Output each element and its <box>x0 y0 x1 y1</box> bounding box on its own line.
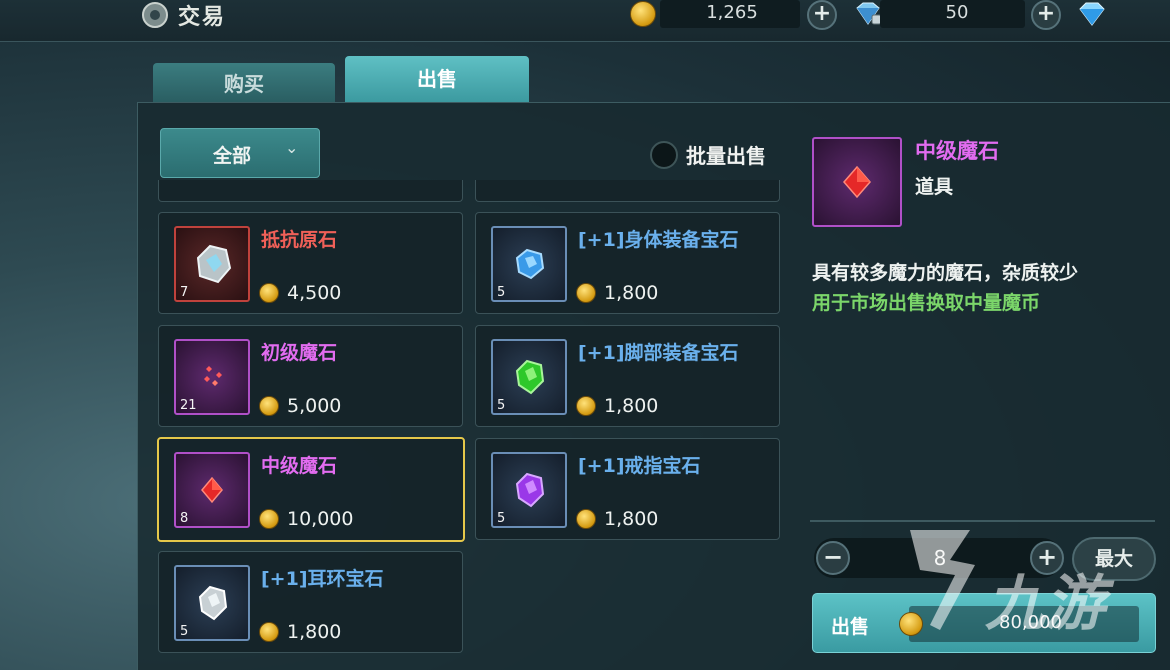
item-count: 5 <box>497 398 506 413</box>
watermark-text: 九游 <box>985 569 1105 639</box>
top-bar: 交易 1,265 + 50 + <box>0 0 1170 42</box>
detail-item-name: 中级魔石 <box>915 139 999 163</box>
item-slot: 5 <box>491 226 567 302</box>
item-count: 21 <box>180 398 197 413</box>
gem-amount: 50 <box>945 2 969 23</box>
item-slot: 5 <box>491 452 567 528</box>
item-name: [+1]身体装备宝石 <box>578 229 739 251</box>
list-item-partial[interactable] <box>158 180 463 202</box>
dropdown-selected-label: 全部 <box>213 145 252 167</box>
list-item[interactable]: 5 [+1]耳环宝石 1,800 <box>158 551 463 653</box>
item-count: 8 <box>180 511 189 526</box>
item-slot: 5 <box>491 339 567 415</box>
item-slot: 7 <box>174 226 250 302</box>
list-item[interactable]: 5 [+1]身体装备宝石 1,800 <box>475 212 780 314</box>
medium-magic-stone-icon <box>843 165 871 199</box>
add-gem-button[interactable]: + <box>1031 0 1061 30</box>
bound-diamond-icon <box>856 2 882 25</box>
item-name: [+1]戒指宝石 <box>578 455 701 477</box>
bulk-sell-toggle[interactable]: 批量出售 <box>650 140 766 169</box>
item-count: 5 <box>180 624 189 639</box>
watermark-logo-icon <box>910 530 975 630</box>
sell-button-label: 出售 <box>831 616 870 638</box>
tab-buy[interactable]: 购买 <box>153 63 335 102</box>
item-price-value: 1,800 <box>604 395 659 417</box>
gold-coin-icon <box>259 396 279 416</box>
item-price-value: 4,500 <box>287 282 342 304</box>
category-dropdown[interactable]: 全部 ⌄ <box>160 128 320 178</box>
list-item[interactable]: 21 初级魔石 5,000 <box>158 325 463 427</box>
item-name: [+1]耳环宝石 <box>261 568 384 590</box>
tab-sell[interactable]: 出售 <box>345 56 529 102</box>
detail-item-slot <box>812 137 902 227</box>
gold-coin-icon <box>259 622 279 642</box>
title-area: 交易 <box>142 2 227 30</box>
list-item[interactable]: 7 抵抗原石 4,500 <box>158 212 463 314</box>
item-price-value: 10,000 <box>287 508 354 530</box>
bulk-sell-label: 批量出售 <box>686 144 766 168</box>
detail-usage: 用于市场出售换取中量魔币 <box>812 292 1041 314</box>
gold-coin-icon <box>259 509 279 529</box>
item-name: 初级魔石 <box>261 342 338 364</box>
item-price: 10,000 <box>259 508 353 530</box>
item-name: 抵抗原石 <box>261 229 338 251</box>
item-slot: 21 <box>174 339 250 415</box>
gold-coin-icon <box>576 509 596 529</box>
trade-icon <box>142 2 168 28</box>
gold-coin-icon <box>259 283 279 303</box>
item-price: 4,500 <box>259 282 341 304</box>
add-gold-button[interactable]: + <box>807 0 837 30</box>
item-slot: 8 <box>174 452 250 528</box>
page-title: 交易 <box>178 5 227 30</box>
bulk-sell-radio[interactable] <box>650 140 678 169</box>
chevron-down-icon: ⌄ <box>285 138 299 157</box>
diamond-icon <box>1079 2 1105 26</box>
item-price: 1,800 <box>576 282 658 304</box>
item-price: 5,000 <box>259 395 341 417</box>
item-price-value: 5,000 <box>287 395 342 417</box>
item-name: 中级魔石 <box>261 455 338 477</box>
item-count: 7 <box>180 285 189 300</box>
decrease-quantity-button[interactable]: − <box>816 541 850 575</box>
list-item[interactable]: 5 [+1]戒指宝石 1,800 <box>475 438 780 540</box>
item-name: [+1]脚部装备宝石 <box>578 342 739 364</box>
list-item-selected[interactable]: 8 中级魔石 10,000 <box>157 437 465 542</box>
item-count: 5 <box>497 511 506 526</box>
item-price: 1,800 <box>576 395 658 417</box>
detail-description: 具有较多魔力的魔石，杂质较少 <box>812 262 1079 284</box>
item-count: 5 <box>497 285 506 300</box>
gold-coin-icon <box>576 283 596 303</box>
item-slot: 5 <box>174 565 250 641</box>
list-item[interactable]: 5 [+1]脚部装备宝石 1,800 <box>475 325 780 427</box>
gold-coin-icon <box>630 1 656 27</box>
gold-amount: 1,265 <box>706 2 758 23</box>
list-item-partial[interactable] <box>475 180 780 202</box>
detail-item-type: 道具 <box>915 176 954 198</box>
item-price: 1,800 <box>576 508 658 530</box>
item-price: 1,800 <box>259 621 341 643</box>
item-price-value: 1,800 <box>287 621 342 643</box>
item-price-value: 1,800 <box>604 508 659 530</box>
gold-coin-icon <box>576 396 596 416</box>
item-price-value: 1,800 <box>604 282 659 304</box>
